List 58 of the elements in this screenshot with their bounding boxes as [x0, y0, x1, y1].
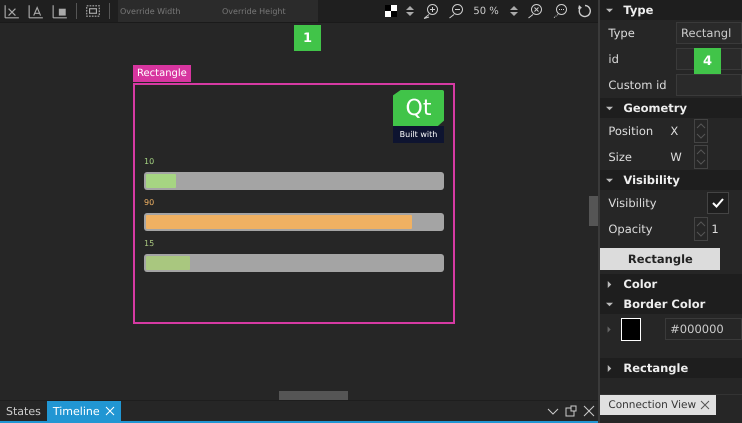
- callout-badge: 4: [694, 48, 722, 74]
- section-header[interactable]: Visibility: [600, 170, 742, 190]
- disclosure-icon[interactable]: [606, 6, 614, 14]
- qt-logo: Qt Built with: [393, 90, 444, 143]
- color-swatch[interactable]: [620, 318, 642, 340]
- zoom-level[interactable]: 50 %: [473, 6, 502, 16]
- layer-icon[interactable]: [52, 3, 68, 19]
- spin-value[interactable]: 1: [711, 222, 719, 236]
- property-label: Opacity: [608, 222, 654, 236]
- property-label: Position: [608, 124, 654, 138]
- zoom-all-icon[interactable]: [552, 3, 568, 19]
- updown-icon[interactable]: [406, 5, 414, 17]
- progress-value: 90: [144, 198, 156, 208]
- section-header[interactable]: Color: [600, 274, 742, 294]
- checkbox[interactable]: [707, 192, 730, 214]
- zoom-fit-icon[interactable]: [527, 3, 544, 19]
- property-label: Visibility: [608, 196, 658, 210]
- panel-tab[interactable]: Connection View: [600, 395, 716, 415]
- axis-label: W: [670, 150, 683, 164]
- color-field[interactable]: #000000: [665, 318, 742, 340]
- property-field[interactable]: Rectangl: [676, 22, 742, 44]
- close-icon[interactable]: [700, 400, 710, 410]
- horizontal-scrollbar-thumb[interactable]: [279, 391, 348, 400]
- zoom-in-icon[interactable]: [423, 3, 440, 19]
- background-pattern-icon[interactable]: [385, 5, 398, 17]
- axis-label: X: [670, 124, 680, 138]
- disclosure-icon[interactable]: [606, 104, 614, 112]
- property-field[interactable]: [676, 74, 742, 96]
- section-header[interactable]: Type: [600, 0, 742, 20]
- zoom-out-icon[interactable]: [448, 3, 464, 19]
- property-label: id: [608, 52, 620, 66]
- item-label: Rectangle: [133, 65, 191, 82]
- property-tab[interactable]: Rectangle: [600, 248, 720, 270]
- height-field[interactable]: Override Height: [220, 6, 322, 16]
- check-icon: [711, 196, 726, 210]
- disclosure-icon[interactable]: [606, 176, 614, 184]
- updown-icon[interactable]: [510, 5, 518, 17]
- disclosure-icon[interactable]: [606, 300, 614, 308]
- section-header[interactable]: Geometry: [600, 98, 742, 118]
- reset-icon[interactable]: [577, 3, 594, 19]
- disclosure-icon[interactable]: [606, 280, 614, 288]
- vertical-scrollbar-thumb[interactable]: [589, 196, 598, 226]
- section-header[interactable]: Rectangle: [600, 358, 742, 378]
- callout-badge: 1: [294, 25, 321, 51]
- property-label: Size: [608, 150, 633, 164]
- progress-value: 10: [144, 157, 156, 167]
- align-icon[interactable]: [4, 3, 20, 19]
- selection-icon[interactable]: [85, 3, 101, 19]
- width-field[interactable]: Override Width: [118, 6, 220, 16]
- panel-tab[interactable]: States: [0, 401, 47, 421]
- property-label: Type: [608, 26, 636, 40]
- property-label: Custom id: [608, 78, 668, 92]
- text-anchor-icon[interactable]: [28, 3, 44, 19]
- undock-icon[interactable]: [565, 405, 578, 417]
- disclosure-icon[interactable]: [606, 364, 614, 372]
- section-header[interactable]: Border Color: [600, 294, 742, 314]
- selected-rectangle[interactable]: Qt Built with 10 90 15: [133, 83, 455, 324]
- progress-value: 15: [144, 239, 156, 249]
